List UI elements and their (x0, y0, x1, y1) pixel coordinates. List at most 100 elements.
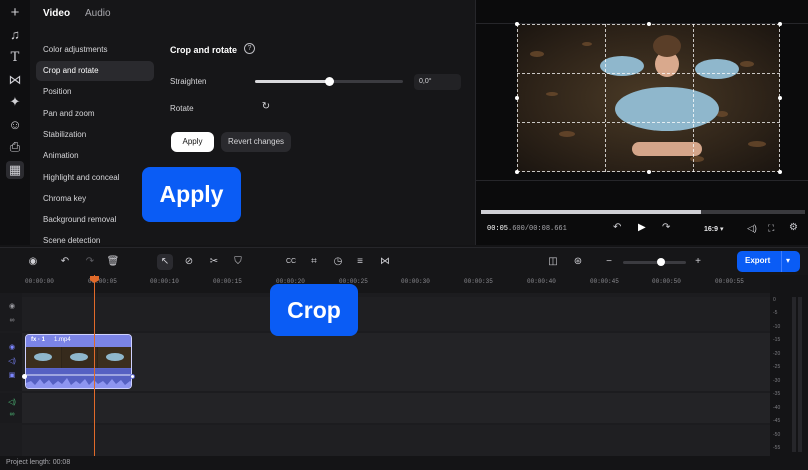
transition-icon[interactable]: ⋈ (377, 254, 393, 270)
disable-icon[interactable]: ⊘ (181, 254, 197, 270)
export-button[interactable]: Export ▾ (737, 251, 800, 272)
play-icon[interactable]: ▶ (638, 222, 646, 233)
help-icon[interactable]: ? (244, 43, 255, 54)
eye-icon[interactable]: ◉ (7, 343, 17, 353)
category-pan-and-zoom[interactable]: Pan and zoom (36, 104, 154, 124)
audio-level-meter: 0 -5 -10 -15 -20 -25 -30 -35 -40 -45 -50… (770, 293, 808, 456)
volume-icon[interactable]: ◁) (7, 357, 17, 367)
add-media-icon[interactable]: + (6, 4, 24, 22)
effects-icon[interactable]: ✦ (6, 93, 24, 111)
export-divider (781, 251, 782, 272)
tab-audio[interactable]: Audio (85, 8, 111, 19)
crop-handle[interactable] (778, 96, 782, 100)
aspect-ratio-select[interactable]: 16:9 ▾ (704, 225, 723, 233)
pointer-tool-icon[interactable]: ↖ (157, 254, 173, 270)
detach-audio-icon[interactable]: ◫ (545, 254, 561, 270)
category-chroma-key[interactable]: Chroma key (36, 189, 154, 209)
empty-track[interactable] (22, 425, 770, 456)
crop-tool-icon[interactable]: ⌗ (306, 254, 322, 270)
tab-video[interactable]: Video (43, 8, 70, 19)
meter-bar-left (792, 297, 796, 452)
category-stabilization[interactable]: Stabilization (36, 125, 154, 145)
crop-handle[interactable] (515, 170, 519, 174)
apply-button[interactable]: Apply (171, 132, 214, 152)
clip-thumbnails (26, 347, 131, 368)
transitions-icon[interactable]: ⋈ (6, 71, 24, 89)
apply-callout: Apply (142, 167, 241, 222)
lock-icon[interactable]: ▣ (7, 371, 17, 381)
ruler-tick-label: 00:00:40 (527, 278, 556, 285)
current-time-ms: .600 (508, 225, 525, 233)
category-color-adjustments[interactable]: Color adjustments (36, 40, 154, 60)
crop-handle[interactable] (515, 96, 519, 100)
straighten-value-input[interactable]: 0,0° (414, 74, 461, 90)
crop-handle[interactable] (647, 170, 651, 174)
redo-icon[interactable]: ↷ (82, 254, 98, 270)
crop-handle[interactable] (647, 22, 651, 26)
undo-icon[interactable]: ↶ (57, 254, 73, 270)
delete-icon[interactable]: 🗑 (105, 254, 121, 270)
zoom-slider[interactable] (623, 258, 686, 266)
step-forward-icon[interactable]: ↷ (662, 222, 670, 233)
text-icon[interactable]: T (6, 49, 24, 67)
category-highlight-and-conceal[interactable]: Highlight and conceal (36, 168, 154, 188)
zoom-slider-thumb[interactable] (657, 258, 665, 266)
record-icon[interactable]: ◉ (25, 254, 41, 270)
meter-scale-label: -20 (773, 351, 781, 357)
step-back-icon[interactable]: ↶ (613, 222, 621, 233)
aspect-ratio-label: 16:9 (704, 226, 719, 233)
tools-icon[interactable]: ▦ (6, 161, 24, 179)
adjust-sliders-icon[interactable]: ≡ (352, 254, 368, 270)
volume-keyframe-handle[interactable] (130, 374, 135, 379)
audio-track-volume-icon[interactable]: ◁) (7, 398, 17, 408)
fullscreen-icon[interactable]: ⛶ (768, 223, 774, 234)
straighten-slider-thumb[interactable] (325, 77, 334, 86)
speed-icon[interactable]: ◷ (330, 254, 346, 270)
meter-scale-label: -35 (773, 391, 781, 397)
crop-handle[interactable] (778, 22, 782, 26)
ruler-tick-label: 00:00:45 (590, 278, 619, 285)
meter-scale-label: -10 (773, 324, 781, 330)
section-title: Crop and rotate (170, 45, 238, 55)
revert-changes-button[interactable]: Revert changes (221, 132, 291, 152)
eye-icon[interactable]: ◉ (7, 302, 17, 312)
marker-icon[interactable]: ⛉ (230, 254, 246, 270)
fit-timeline-icon[interactable]: ⊛ (570, 254, 586, 270)
zoom-out-icon[interactable]: − (601, 254, 617, 270)
crop-handle[interactable] (778, 170, 782, 174)
music-icon[interactable]: ♫ (6, 26, 24, 44)
stickers-icon[interactable]: ☺ (6, 116, 24, 134)
export-share-icon[interactable]: ⎙ (6, 138, 24, 156)
meter-scale-label: -55 (773, 445, 781, 451)
straighten-slider[interactable] (255, 77, 403, 86)
crop-handle[interactable] (515, 22, 519, 26)
current-time-main: 00:05 (487, 225, 509, 233)
audio-track-link-icon[interactable]: ∞ (7, 410, 17, 420)
ruler-tick-label: 00:00:00 (25, 278, 54, 285)
category-background-removal[interactable]: Background removal (36, 210, 154, 230)
category-position[interactable]: Position (36, 82, 154, 102)
rotate-icon[interactable]: ↻ (260, 101, 272, 113)
captions-icon[interactable]: CC (283, 254, 299, 270)
video-track[interactable] (22, 333, 770, 391)
playback-progress[interactable] (481, 210, 805, 214)
link-icon[interactable]: ∞ (7, 316, 17, 326)
timeline-ruler[interactable]: 00:00:00 00:00:05 00:00:10 00:00:15 00:0… (0, 275, 770, 293)
split-scissors-icon[interactable]: ✂ (206, 254, 222, 270)
category-scene-detection[interactable]: Scene detection (36, 231, 154, 245)
settings-gear-icon[interactable]: ⚙ (789, 222, 798, 233)
ruler-tick-label: 00:00:55 (715, 278, 744, 285)
audio-track[interactable] (22, 393, 770, 423)
category-crop-and-rotate[interactable]: Crop and rotate (36, 61, 154, 81)
category-animation[interactable]: Animation (36, 146, 154, 166)
volume-icon[interactable]: ◁) (747, 223, 757, 234)
meter-scale-label: -30 (773, 378, 781, 384)
crop-grid-line (605, 24, 606, 172)
video-clip[interactable]: fx · 1 1.mp4 (25, 334, 132, 389)
playhead[interactable] (94, 275, 95, 456)
volume-keyframe-handle[interactable] (22, 374, 27, 379)
zoom-in-icon[interactable]: + (690, 254, 706, 270)
export-dropdown-icon[interactable]: ▾ (786, 256, 790, 265)
overlay-track[interactable] (22, 297, 770, 331)
crop-frame[interactable] (517, 24, 780, 172)
